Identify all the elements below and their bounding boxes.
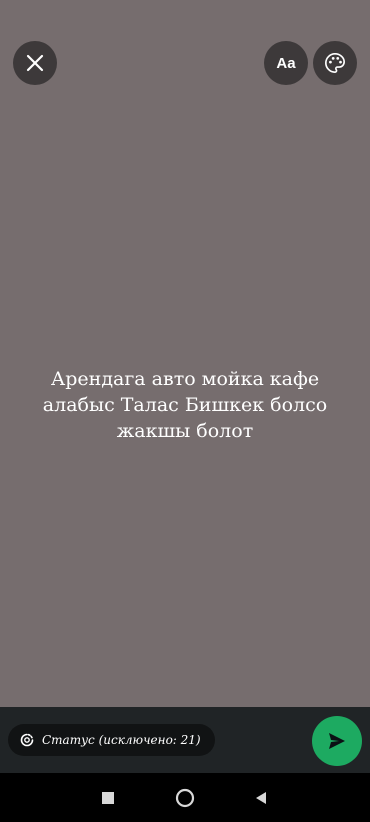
home-button[interactable]	[172, 785, 198, 811]
system-navigation-bar	[0, 773, 370, 822]
circle-home-icon	[175, 788, 195, 808]
back-button[interactable]	[248, 785, 274, 811]
send-icon	[329, 733, 345, 749]
bottom-bar: Статус (исключено: 21)	[0, 707, 370, 773]
triangle-back-icon	[256, 792, 266, 804]
audience-selector[interactable]: Статус (исключено: 21)	[8, 724, 215, 756]
background-color-button[interactable]	[313, 41, 357, 85]
palette-icon	[325, 53, 345, 73]
close-button[interactable]	[13, 41, 57, 85]
status-ring-icon	[20, 733, 34, 747]
recents-button[interactable]	[95, 785, 121, 811]
status-composer-screen: Aa Арендага авто мойка кафе алабыс Талас…	[0, 0, 370, 822]
square-recents-icon	[102, 792, 114, 804]
audience-label: Статус (исключено: 21)	[42, 733, 201, 747]
send-button[interactable]	[312, 716, 362, 766]
status-text[interactable]: Арендага авто мойка кафе алабыс Талас Би…	[30, 366, 340, 444]
close-icon	[26, 54, 44, 72]
font-style-button[interactable]: Aa	[264, 41, 308, 85]
font-style-label: Aa	[276, 54, 296, 72]
